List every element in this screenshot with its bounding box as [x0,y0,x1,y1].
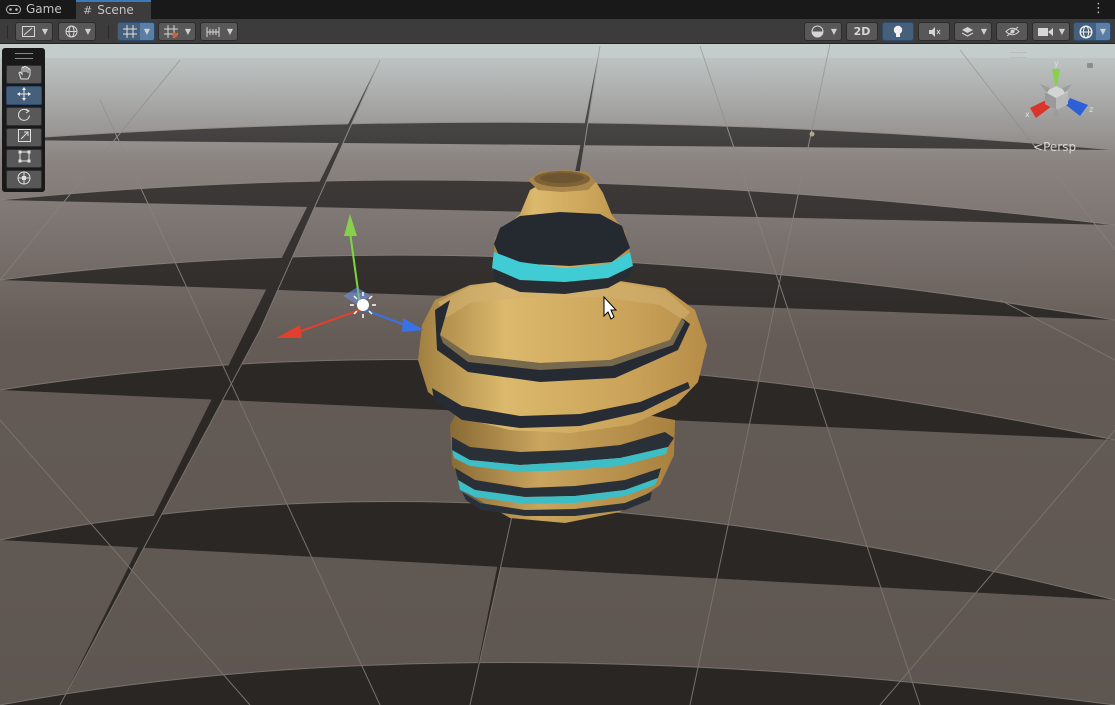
grid-point-marker [809,131,815,137]
rotate-tool-button[interactable] [6,107,42,126]
scene-toolbar: ▼ ▼ ▼ ▼ ▼ ▼ 2D ▼ ▼ ▼ [0,19,1115,44]
gizmo-x-label: x [1025,110,1030,119]
world-space-dropdown[interactable]: ▼ [58,22,96,41]
grid-hash-icon: # [83,4,93,17]
rect-icon [18,150,31,167]
chevron-down-icon: ▼ [980,27,988,36]
projection-toggle[interactable]: <Persp [1033,140,1076,154]
camera-settings-dropdown[interactable]: ▼ [1032,22,1070,41]
gizmo-y-label: y [1054,59,1059,68]
grid-visibility-dropdown[interactable]: ▼ [158,22,196,41]
chevron-down-icon: ▼ [184,27,192,36]
camera-icon [1035,23,1055,40]
scale-tool-button[interactable] [6,128,42,147]
gamepad-icon [6,0,21,19]
move-arrows-icon [17,86,31,105]
draw-mode-dropdown[interactable]: ▼ [15,22,53,41]
tab-game[interactable]: Game [4,0,74,19]
chevron-down-icon: ▼ [84,27,92,36]
more-options-icon[interactable]: ⋮ [1092,1,1105,16]
grid-snapping-toggle[interactable]: ▼ [117,22,155,41]
gizmo-z-label: z [1089,105,1094,114]
tab-scene[interactable]: # Scene [76,0,151,19]
rotate-icon [17,108,31,126]
render-mode-dropdown[interactable]: ▼ [804,22,842,41]
sphere-shading-icon [807,23,827,40]
light-bulb-icon [883,23,913,40]
lighting-toggle[interactable] [882,22,914,41]
hand-tool-button[interactable] [6,64,42,84]
scene-canvas [0,44,1115,705]
2d-mode-toggle[interactable]: 2D [846,22,878,41]
light-source-icon [357,299,369,311]
rect-tool-button[interactable] [6,149,42,168]
shaded-mode-icon [18,23,38,40]
grid-snap-icon [120,23,140,40]
toolbar-separator [108,25,109,39]
perspective-chevron-icon: < [1033,140,1044,154]
tab-bar: Game # Scene ⋮ [0,0,1115,19]
tab-game-label: Game [26,2,62,16]
projection-label: Persp [1043,140,1077,154]
ruler-icon [203,23,223,40]
overlay-menu-icon[interactable] [1010,52,1027,58]
drag-handle-icon[interactable] [15,53,33,59]
hidden-objects-toggle[interactable] [996,22,1028,41]
chevron-down-icon: ▼ [41,27,49,36]
chevron-down-icon: ▼ [226,27,234,36]
audio-muted-icon [919,23,949,40]
transform-tool-button[interactable] [6,170,42,189]
gizmo-globe-icon [1076,23,1096,40]
layers-effects-icon [957,23,977,40]
move-tool-button[interactable] [6,86,42,105]
scale-icon [17,129,31,146]
2d-mode-label: 2D [853,25,871,38]
chevron-down-icon: ▼ [1096,23,1110,40]
globe-icon [61,23,81,40]
audio-toggle[interactable] [918,22,950,41]
transform-icon [17,171,31,189]
grid-icon [161,23,181,40]
tab-scene-label: Scene [97,3,134,17]
chevron-down-icon: ▼ [830,27,838,36]
horizon-glow [0,44,1115,58]
effects-dropdown[interactable]: ▼ [954,22,992,41]
hand-icon [17,64,31,84]
lock-icon[interactable] [1087,63,1093,68]
gizmos-dropdown[interactable]: ▼ [1073,22,1111,41]
scene-viewport[interactable] [0,44,1115,705]
toolbar-separator [7,25,8,39]
chevron-down-icon: ▼ [1058,27,1066,36]
increment-snap-dropdown[interactable]: ▼ [200,22,238,41]
eye-hidden-icon [997,23,1027,40]
chevron-down-icon: ▼ [140,23,154,40]
tools-overlay [2,48,45,192]
